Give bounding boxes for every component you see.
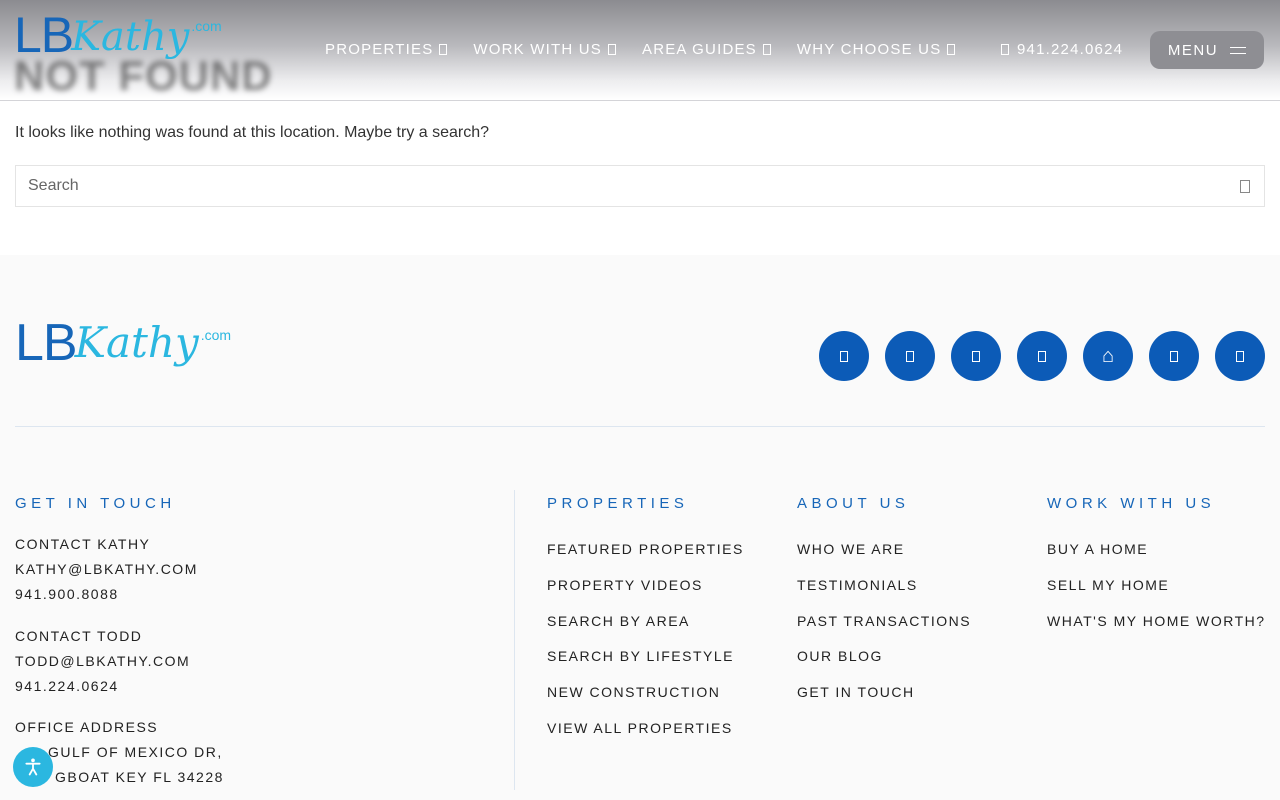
work-links: BUY A HOME SELL MY HOME WHAT'S MY HOME W… [1047,541,1266,648]
footer-link[interactable]: WHO WE ARE [797,541,971,577]
youtube-icon [1038,350,1046,362]
logo-dotcom: .com [191,18,222,34]
nav-label: AREA GUIDES [641,41,757,58]
nav-label: PROPERTIES [325,41,434,58]
search-input[interactable] [16,166,1206,206]
instagram-link[interactable] [885,331,935,381]
logo-lb: LB [15,314,78,372]
footer-link[interactable]: VIEW ALL PROPERTIES [547,720,744,756]
pinterest-link[interactable] [1215,331,1265,381]
footer-link[interactable]: FEATURED PROPERTIES [547,541,744,577]
office-address-street: GULF OF MEXICO DR, [48,744,223,760]
menu-label: MENU [1167,41,1219,59]
social-links: ⌂ [819,331,1265,381]
footer-link[interactable]: WHAT'S MY HOME WORTH? [1047,613,1266,649]
todd-email-link[interactable]: TODD@LBKATHY.COM [15,653,190,669]
kathy-phone-link[interactable]: 941.900.8088 [15,586,119,602]
about-us-heading: ABOUT US [797,495,910,512]
chevron-down-icon [607,44,616,55]
zillow-link[interactable]: ⌂ [1083,331,1133,381]
chevron-down-icon [439,44,448,55]
properties-heading: PROPERTIES [547,495,689,512]
office-address-label: OFFICE ADDRESS [15,719,159,735]
site-logo[interactable]: LB Kathy .com [14,10,222,60]
search-form [15,165,1265,207]
nav-work-with-us[interactable]: WORK WITH US [473,41,616,58]
nav-label: WORK WITH US [473,41,602,58]
accessibility-button[interactable] [13,747,53,787]
zillow-icon: ⌂ [1101,345,1115,367]
accessibility-icon [25,758,41,776]
footer-link[interactable]: GET IN TOUCH [797,684,971,720]
chevron-down-icon [947,44,956,55]
site-footer: LB Kathy .com ⌂ GET IN TOUCH CONTACT KAT… [0,255,1280,800]
footer-link[interactable]: NEW CONSTRUCTION [547,684,744,720]
menu-button[interactable]: MENU [1150,31,1264,69]
nav-label: WHY CHOOSE US [796,41,942,58]
column-divider [514,490,515,790]
pinterest-icon [1236,350,1244,362]
phone-icon [1001,44,1009,55]
todd-phone-link[interactable]: 941.224.0624 [15,678,119,694]
header-phone-link[interactable]: 941.224.0624 [1001,41,1123,58]
footer-link[interactable]: PAST TRANSACTIONS [797,613,971,649]
footer-link[interactable]: PROPERTY VIDEOS [547,577,744,613]
youtube-link[interactable] [1017,331,1067,381]
facebook-link[interactable] [819,331,869,381]
footer-link[interactable]: SELL MY HOME [1047,577,1266,613]
logo-kathy: Kathy [71,14,190,60]
nav-why-choose-us[interactable]: WHY CHOOSE US [797,41,956,58]
twitter-link[interactable] [1149,331,1199,381]
linkedin-link[interactable] [951,331,1001,381]
contact-kathy-label: CONTACT KATHY [15,536,151,552]
chevron-down-icon [762,44,771,55]
main-nav: PROPERTIES WORK WITH US AREA GUIDES WHY … [325,41,956,58]
properties-links: FEATURED PROPERTIES PROPERTY VIDEOS SEAR… [547,541,744,756]
footer-logo[interactable]: LB Kathy .com [15,317,231,369]
search-icon[interactable] [1240,180,1250,193]
facebook-icon [840,350,848,362]
footer-link[interactable]: OUR BLOG [797,648,971,684]
office-address-city: GBOAT KEY FL 34228 [55,769,224,785]
logo-kathy: Kathy [74,318,199,367]
get-in-touch-heading: GET IN TOUCH [15,495,176,512]
nav-properties[interactable]: PROPERTIES [325,41,448,58]
logo-dotcom: .com [200,327,232,343]
twitter-icon [1170,350,1178,362]
not-found-message: It looks like nothing was found at this … [15,124,490,141]
footer-link[interactable]: TESTIMONIALS [797,577,971,613]
nav-area-guides[interactable]: AREA GUIDES [642,41,771,58]
contact-todd-label: CONTACT TODD [15,628,143,644]
header-phone-number: 941.224.0624 [1017,41,1124,58]
work-with-us-heading: WORK WITH US [1047,495,1216,512]
hamburger-icon [1230,46,1247,54]
instagram-icon [906,350,914,362]
logo-lb: LB [14,7,74,63]
footer-divider [15,426,1265,427]
footer-link[interactable]: SEARCH BY LIFESTYLE [547,648,744,684]
about-links: WHO WE ARE TESTIMONIALS PAST TRANSACTION… [797,541,971,720]
site-header: NOT FOUND LB Kathy .com PROPERTIES WORK … [0,0,1280,101]
linkedin-icon [972,350,980,362]
footer-link[interactable]: SEARCH BY AREA [547,613,744,649]
kathy-email-link[interactable]: KATHY@LBKATHY.COM [15,561,198,577]
footer-link[interactable]: BUY A HOME [1047,541,1266,577]
